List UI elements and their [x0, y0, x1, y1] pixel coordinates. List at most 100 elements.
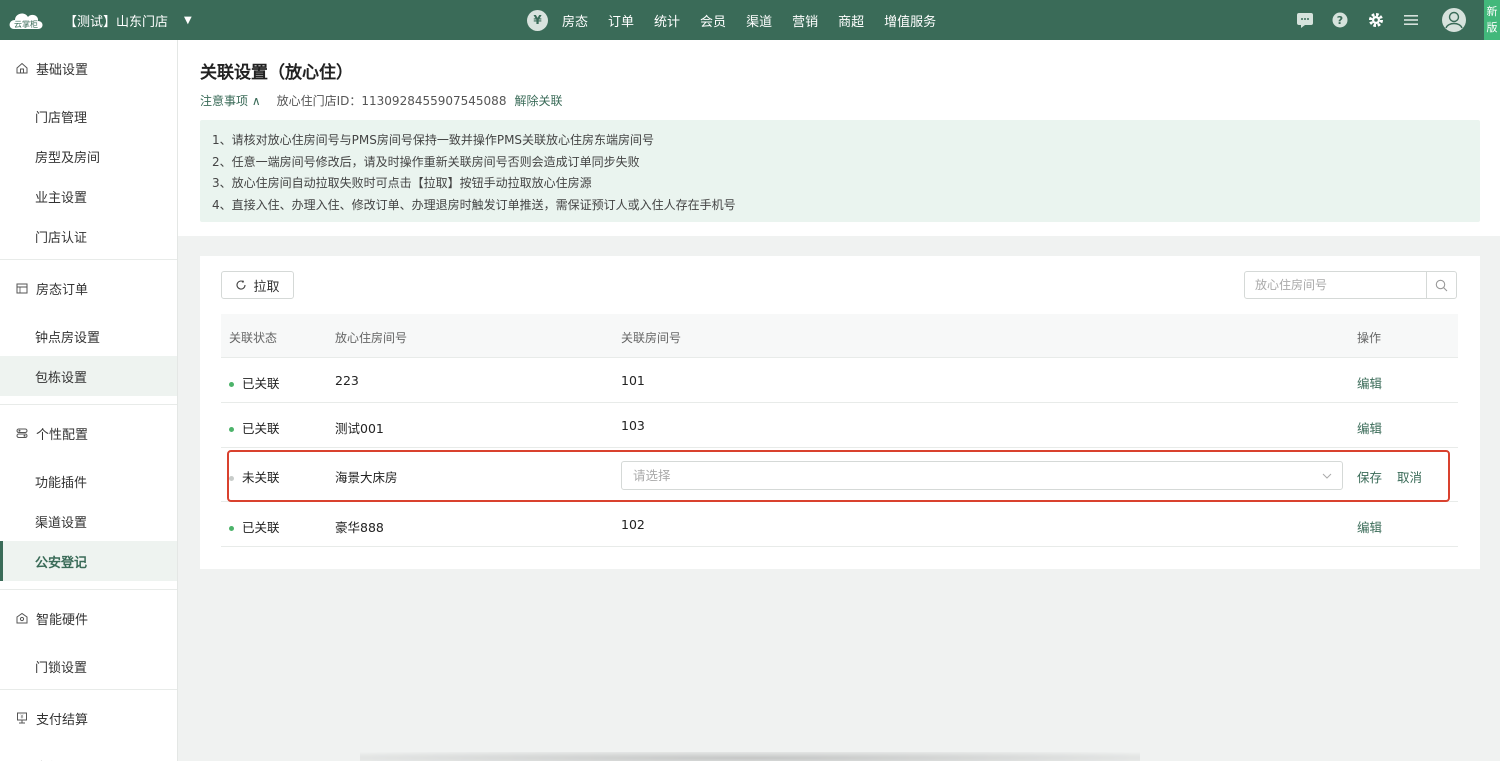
header-status: 关联状态	[229, 331, 278, 345]
sidebar-item-store-management[interactable]: 门店管理	[0, 96, 177, 136]
store-name: 【测试】山东门店	[64, 15, 169, 30]
table-header: 关联状态 放心住房间号 关联房间号 操作	[221, 314, 1458, 358]
unlink-button[interactable]: 解除关联	[514, 92, 562, 109]
notice-line: 3、放心住房间自动拉取失败时可点击【拉取】按钮手动拉取放心住房源	[212, 176, 592, 190]
gear-icon[interactable]	[1367, 11, 1385, 29]
nav-shop[interactable]: 商超	[838, 11, 864, 30]
sidebar-group-header[interactable]: ¥ 支付结算	[0, 690, 177, 746]
nav-stats[interactable]: 统计	[654, 11, 680, 30]
sidebar-group-header[interactable]: 智能硬件	[0, 590, 177, 646]
status-text: 已关联	[242, 520, 280, 535]
nav-orders[interactable]: 订单	[608, 11, 634, 30]
room-link-card: 拉取 关联状态 放心住房间号 关联房间号 操作 已关联 223 101 编辑 已…	[200, 256, 1480, 569]
sidebar-group-payment: ¥ 支付结算 支付设置	[0, 690, 177, 761]
store-id: 放心住门店ID：1130928455907545088	[276, 94, 507, 108]
toggle-settings-icon	[16, 428, 28, 438]
room-number: 测试001	[335, 421, 384, 436]
home-icon	[16, 62, 28, 74]
sidebar-item-police-registration[interactable]: 公安登记	[0, 541, 177, 581]
yen-icon[interactable]: ¥	[527, 9, 548, 31]
status-dot	[229, 382, 234, 387]
status-text: 已关联	[242, 421, 280, 436]
svg-text:¥: ¥	[20, 715, 23, 721]
table-row: 已关联 223 101 编辑	[221, 358, 1458, 403]
main-nav: ¥ 房态 订单 统计 会员 渠道 营销 商超 增值服务	[527, 0, 956, 40]
page-subline: 注意事项 ∧ 放心住门店ID：1130928455907545088 解除关联	[200, 92, 562, 109]
room-search-input[interactable]	[1245, 272, 1426, 298]
store-switcher[interactable]: 【测试】山东门店 ▼	[64, 11, 192, 30]
sidebar-item-plugins[interactable]: 功能插件	[0, 461, 177, 501]
nav-channels[interactable]: 渠道	[746, 11, 772, 30]
sidebar-item-whole-building[interactable]: 包栋设置	[0, 356, 177, 396]
nav-room-status[interactable]: 房态	[562, 11, 588, 30]
header-room-number: 放心住房间号	[335, 331, 408, 345]
status-dot	[229, 427, 234, 432]
sidebar-group-room-orders: 房态订单 钟点房设置 包栋设置	[0, 260, 177, 405]
sidebar-group-title: 个性配置	[36, 427, 89, 443]
edit-button[interactable]: 编辑	[1357, 517, 1382, 536]
calendar-icon	[16, 283, 28, 294]
nav-members[interactable]: 会员	[700, 11, 726, 30]
notice-line: 4、直接入住、办理入住、修改订单、办理退房时触发订单推送，需保证预订人或入住人存…	[212, 197, 736, 212]
logo-text: 云掌柜	[14, 19, 38, 29]
linked-room: 103	[621, 418, 645, 433]
sidebar-group-title: 基础设置	[36, 62, 89, 78]
sidebar: 基础设置 门店管理 房型及房间 业主设置 门店认证 房态订单 钟点房设置 包栋设…	[0, 40, 178, 761]
pull-label: 拉取	[253, 279, 280, 295]
bottom-shadow	[360, 752, 1140, 761]
status-linked: 已关联	[229, 418, 280, 437]
caret-down-icon: ▼	[184, 15, 192, 26]
sidebar-item-hourly-room[interactable]: 钟点房设置	[0, 316, 177, 356]
search-icon	[1435, 279, 1448, 291]
table-row: 已关联 测试001 103 编辑	[221, 403, 1458, 448]
help-icon[interactable]: ?	[1331, 11, 1349, 29]
page-title: 关联设置（放心住）	[200, 63, 353, 83]
sidebar-item-owner-settings[interactable]: 业主设置	[0, 176, 177, 216]
sidebar-item-room-types[interactable]: 房型及房间	[0, 136, 177, 176]
pull-button[interactable]: 拉取	[221, 271, 294, 299]
sidebar-group-title: 房态订单	[36, 282, 89, 298]
sidebar-group-header[interactable]: 基础设置	[0, 40, 177, 96]
sidebar-item-store-certification[interactable]: 门店认证	[0, 216, 177, 256]
room-number: 豪华888	[335, 520, 384, 535]
table-row: 已关联 豪华888 102 编辑	[221, 502, 1458, 547]
room-number: 223	[335, 373, 359, 388]
nav-marketing[interactable]: 营销	[792, 11, 818, 30]
highlight-box	[227, 450, 1450, 502]
message-icon[interactable]	[1296, 11, 1314, 29]
sidebar-item-channel-settings[interactable]: 渠道设置	[0, 501, 177, 541]
sidebar-group-hardware: 智能硬件 门锁设置	[0, 590, 177, 690]
linked-room: 101	[621, 373, 645, 388]
new-version-badge[interactable]: 新版	[1484, 0, 1500, 40]
sidebar-group-header[interactable]: 房态订单	[0, 260, 177, 316]
sidebar-group-basic: 基础设置 门店管理 房型及房间 业主设置 门店认证	[0, 40, 177, 260]
sidebar-group-personalization: 个性配置 功能插件 渠道设置 公安登记	[0, 405, 177, 590]
payment-icon: ¥	[17, 712, 27, 724]
status-linked: 已关联	[229, 517, 280, 536]
logo-icon[interactable]: 云掌柜	[6, 7, 46, 33]
avatar-icon[interactable]	[1441, 7, 1467, 33]
notice-toggle[interactable]: 注意事项 ∧	[200, 92, 261, 109]
status-text: 已关联	[242, 376, 280, 391]
edit-button[interactable]: 编辑	[1357, 418, 1382, 437]
notice-box: 1、请核对放心住房间号与PMS房间号保持一致并操作PMS关联放心住房东端房间号 …	[200, 120, 1480, 222]
sidebar-group-header[interactable]: 个性配置	[0, 405, 177, 461]
menu-icon[interactable]	[1402, 11, 1420, 29]
svg-text:?: ?	[1337, 14, 1343, 27]
nav-value-added[interactable]: 增值服务	[884, 11, 936, 30]
linked-room: 102	[621, 517, 645, 532]
header-operations: 操作	[1357, 331, 1382, 345]
hardware-icon	[16, 612, 28, 624]
sidebar-item-door-lock[interactable]: 门锁设置	[0, 646, 177, 686]
room-search	[1244, 271, 1457, 299]
header-linked-room: 关联房间号	[621, 331, 682, 345]
search-button[interactable]	[1426, 272, 1456, 298]
top-bar: 云掌柜 【测试】山东门店 ▼ ¥ 房态 订单 统计 会员 渠道 营销 商超 增值…	[0, 0, 1500, 40]
refresh-icon	[236, 280, 247, 290]
status-linked: 已关联	[229, 373, 280, 392]
sidebar-group-title: 智能硬件	[36, 612, 89, 628]
sidebar-item-payment-settings[interactable]: 支付设置	[0, 746, 177, 761]
edit-button[interactable]: 编辑	[1357, 373, 1382, 392]
notice-line: 2、任意一端房间号修改后，请及时操作重新关联房间号否则会造成订单同步失败	[212, 154, 640, 169]
header-panel: 关联设置（放心住） 注意事项 ∧ 放心住门店ID：113092845590754…	[178, 40, 1500, 236]
